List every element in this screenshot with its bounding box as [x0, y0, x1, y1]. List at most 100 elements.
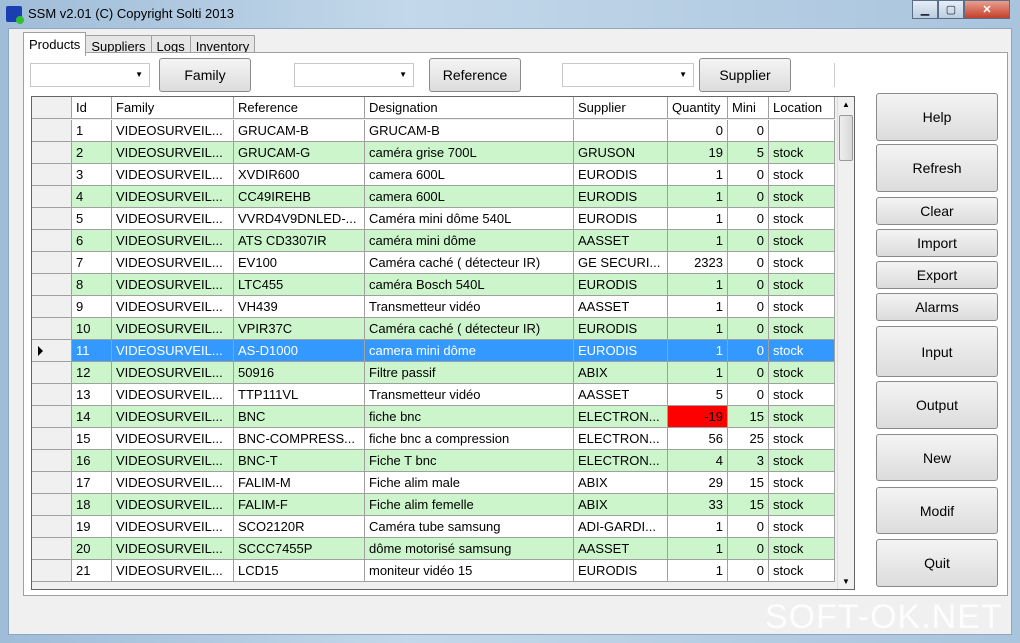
row-header[interactable]: [32, 296, 72, 318]
cell-designation[interactable]: Fiche alim male: [365, 472, 574, 494]
cell-designation[interactable]: Transmetteur vidéo: [365, 384, 574, 406]
row-header[interactable]: [32, 208, 72, 230]
cell-quantity[interactable]: -19: [668, 406, 728, 428]
cell-id[interactable]: 2: [72, 142, 112, 164]
table-row[interactable]: 5 VIDEOSURVEIL... VVRD4V9DNLED-... Caméra m…: [32, 208, 835, 230]
cell-reference[interactable]: VH439: [234, 296, 365, 318]
cell-supplier[interactable]: EURODIS: [574, 274, 668, 296]
cell-supplier[interactable]: ADI-GARDI...: [574, 516, 668, 538]
cell-location[interactable]: stock: [769, 274, 835, 296]
cell-location[interactable]: stock: [769, 142, 835, 164]
row-header[interactable]: [32, 494, 72, 516]
input-button[interactable]: Input: [876, 326, 998, 377]
column-header-reference[interactable]: Reference: [234, 97, 365, 119]
cell-reference[interactable]: EV100: [234, 252, 365, 274]
row-header[interactable]: [32, 186, 72, 208]
cell-location[interactable]: stock: [769, 340, 835, 362]
cell-location[interactable]: stock: [769, 252, 835, 274]
cell-quantity[interactable]: 1: [668, 560, 728, 582]
cell-family[interactable]: VIDEOSURVEIL...: [112, 450, 234, 472]
table-row[interactable]: 12 VIDEOSURVEIL... 50916 Filtre passif ABIX 1…: [32, 362, 835, 384]
row-header[interactable]: [32, 362, 72, 384]
cell-reference[interactable]: GRUCAM-B: [234, 120, 365, 142]
cell-quantity[interactable]: 1: [668, 538, 728, 560]
cell-family[interactable]: VIDEOSURVEIL...: [112, 560, 234, 582]
row-header[interactable]: [32, 472, 72, 494]
products-grid[interactable]: Id Family Reference Designation Supplier…: [31, 96, 855, 590]
cell-location[interactable]: stock: [769, 318, 835, 340]
cell-mini[interactable]: 15: [728, 406, 769, 428]
cell-reference[interactable]: XVDIR600: [234, 164, 365, 186]
family-button[interactable]: Family: [159, 58, 251, 92]
cell-location[interactable]: stock: [769, 208, 835, 230]
cell-location[interactable]: stock: [769, 472, 835, 494]
cell-designation[interactable]: Transmetteur vidéo: [365, 296, 574, 318]
cell-supplier[interactable]: AASSET: [574, 538, 668, 560]
cell-reference[interactable]: SCCC7455P: [234, 538, 365, 560]
cell-location[interactable]: stock: [769, 428, 835, 450]
cell-reference[interactable]: AS-D1000: [234, 340, 365, 362]
modif-button[interactable]: Modif: [876, 487, 998, 534]
import-button[interactable]: Import: [876, 229, 998, 257]
cell-mini[interactable]: 0: [728, 560, 769, 582]
column-header-quantity[interactable]: Quantity: [668, 97, 728, 119]
cell-location[interactable]: stock: [769, 560, 835, 582]
cell-family[interactable]: VIDEOSURVEIL...: [112, 428, 234, 450]
cell-designation[interactable]: moniteur vidéo 15: [365, 560, 574, 582]
cell-supplier[interactable]: AASSET: [574, 384, 668, 406]
cell-supplier[interactable]: EURODIS: [574, 560, 668, 582]
cell-family[interactable]: VIDEOSURVEIL...: [112, 538, 234, 560]
cell-designation[interactable]: Caméra caché ( détecteur IR): [365, 252, 574, 274]
table-row[interactable]: 18 VIDEOSURVEIL... FALIM-F Fiche alim femel…: [32, 494, 835, 516]
cell-quantity[interactable]: 1: [668, 318, 728, 340]
cell-id[interactable]: 14: [72, 406, 112, 428]
cell-id[interactable]: 13: [72, 384, 112, 406]
cell-id[interactable]: 21: [72, 560, 112, 582]
cell-mini[interactable]: 15: [728, 472, 769, 494]
cell-family[interactable]: VIDEOSURVEIL...: [112, 142, 234, 164]
cell-location[interactable]: stock: [769, 406, 835, 428]
cell-quantity[interactable]: 1: [668, 340, 728, 362]
help-button[interactable]: Help: [876, 93, 998, 141]
cell-designation[interactable]: camera mini dôme: [365, 340, 574, 362]
cell-mini[interactable]: 0: [728, 230, 769, 252]
column-header-family[interactable]: Family: [112, 97, 234, 119]
cell-designation[interactable]: fiche bnc: [365, 406, 574, 428]
cell-supplier[interactable]: EURODIS: [574, 164, 668, 186]
cell-reference[interactable]: SCO2120R: [234, 516, 365, 538]
cell-quantity[interactable]: 2323: [668, 252, 728, 274]
cell-quantity[interactable]: 0: [668, 120, 728, 142]
cell-reference[interactable]: FALIM-F: [234, 494, 365, 516]
table-row[interactable]: 9 VIDEOSURVEIL... VH439 Transmetteur vidéo A…: [32, 296, 835, 318]
cell-family[interactable]: VIDEOSURVEIL...: [112, 208, 234, 230]
cell-id[interactable]: 11: [72, 340, 112, 362]
cell-designation[interactable]: Caméra mini dôme 540L: [365, 208, 574, 230]
cell-supplier[interactable]: AASSET: [574, 296, 668, 318]
cell-id[interactable]: 1: [72, 120, 112, 142]
cell-quantity[interactable]: 1: [668, 208, 728, 230]
cell-supplier[interactable]: AASSET: [574, 230, 668, 252]
cell-quantity[interactable]: 5: [668, 384, 728, 406]
row-header[interactable]: [32, 450, 72, 472]
cell-mini[interactable]: 5: [728, 142, 769, 164]
cell-mini[interactable]: 0: [728, 274, 769, 296]
cell-quantity[interactable]: 4: [668, 450, 728, 472]
cell-location[interactable]: stock: [769, 450, 835, 472]
row-header[interactable]: [32, 230, 72, 252]
table-row[interactable]: 11 VIDEOSURVEIL... AS-D1000 camera mini dôm…: [32, 340, 835, 362]
close-button[interactable]: ✕: [964, 0, 1010, 19]
minimize-button[interactable]: ▁: [912, 0, 938, 19]
cell-reference[interactable]: GRUCAM-G: [234, 142, 365, 164]
table-row[interactable]: 13 VIDEOSURVEIL... TTP111VL Transmetteur vi…: [32, 384, 835, 406]
cell-quantity[interactable]: 19: [668, 142, 728, 164]
cell-id[interactable]: 15: [72, 428, 112, 450]
cell-id[interactable]: 3: [72, 164, 112, 186]
cell-reference[interactable]: LTC455: [234, 274, 365, 296]
cell-quantity[interactable]: 29: [668, 472, 728, 494]
cell-mini[interactable]: 0: [728, 362, 769, 384]
table-row[interactable]: 20 VIDEOSURVEIL... SCCC7455P dôme motorisé …: [32, 538, 835, 560]
row-header[interactable]: [32, 560, 72, 582]
cell-quantity[interactable]: 56: [668, 428, 728, 450]
cell-supplier[interactable]: ABIX: [574, 494, 668, 516]
table-row[interactable]: 4 VIDEOSURVEIL... CC49IREHB camera 600L EURO…: [32, 186, 835, 208]
